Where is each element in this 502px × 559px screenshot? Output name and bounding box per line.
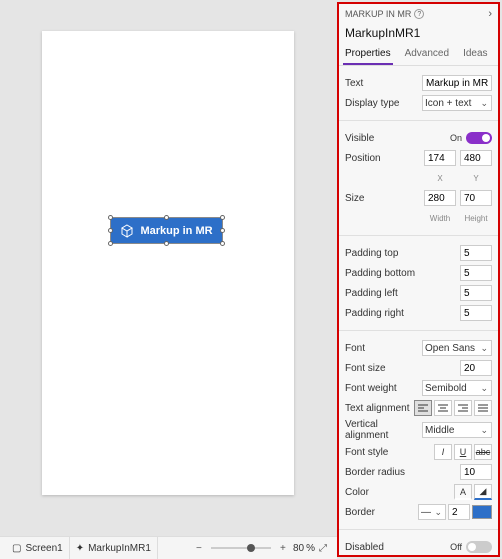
resize-handle[interactable]: [164, 241, 169, 246]
panel-breadcrumb: MARKUP IN MR: [345, 9, 411, 19]
border-color-swatch[interactable]: [472, 505, 492, 519]
screen-artboard[interactable]: Markup in MR: [42, 31, 294, 495]
visible-toggle[interactable]: [466, 132, 492, 144]
font-weight-select[interactable]: Semibold: [422, 380, 492, 396]
italic-button[interactable]: I: [434, 444, 452, 460]
tab-ideas[interactable]: Ideas: [461, 44, 489, 65]
resize-handle[interactable]: [108, 241, 113, 246]
canvas-area: Markup in MR: [0, 0, 337, 536]
tab-advanced[interactable]: Advanced: [403, 44, 451, 65]
breadcrumb-control-label: MarkupInMR1: [88, 543, 151, 554]
properties-panel: MARKUP IN MR ? › MarkupInMR1 Properties …: [337, 2, 500, 557]
strikethrough-button[interactable]: abc: [474, 444, 492, 460]
text-input[interactable]: [422, 75, 492, 91]
align-right-button[interactable]: [454, 400, 472, 416]
padding-bottom-label: Padding bottom: [345, 268, 460, 279]
height-sublabel: Height: [460, 214, 492, 223]
border-radius-label: Border radius: [345, 467, 460, 478]
disabled-state: Off: [450, 542, 462, 552]
padding-top-input[interactable]: [460, 245, 492, 261]
font-style-label: Font style: [345, 447, 434, 458]
align-justify-button[interactable]: [474, 400, 492, 416]
visible-state: On: [450, 133, 462, 143]
screen-icon: ▢: [12, 543, 21, 554]
underline-button[interactable]: U: [454, 444, 472, 460]
status-bar: ▢ Screen1 ✦ MarkupInMR1 − + 80 % ⤢: [0, 536, 337, 559]
zoom-in-button[interactable]: +: [275, 543, 291, 554]
collapse-panel-button[interactable]: ›: [488, 8, 492, 20]
padding-left-input[interactable]: [460, 285, 492, 301]
breadcrumb-screen[interactable]: ▢ Screen1: [6, 537, 70, 559]
resize-handle[interactable]: [220, 228, 225, 233]
padding-left-label: Padding left: [345, 288, 460, 299]
resize-handle[interactable]: [108, 228, 113, 233]
border-style-select[interactable]: —: [418, 504, 446, 520]
x-sublabel: X: [424, 174, 456, 183]
font-select[interactable]: Open Sans: [422, 340, 492, 356]
align-left-button[interactable]: [414, 400, 432, 416]
zoom-value: 80: [293, 543, 304, 554]
disabled-label: Disabled: [345, 542, 450, 553]
mr-cube-icon: [120, 224, 134, 238]
position-label: Position: [345, 153, 424, 164]
width-sublabel: Width: [424, 214, 456, 223]
visible-label: Visible: [345, 133, 450, 144]
breadcrumb-control[interactable]: ✦ MarkupInMR1: [70, 537, 158, 559]
padding-top-label: Padding top: [345, 248, 460, 259]
vertical-align-label: Vertical alignment: [345, 419, 422, 441]
padding-right-input[interactable]: [460, 305, 492, 321]
font-size-input[interactable]: [460, 360, 492, 376]
font-label: Font: [345, 343, 422, 354]
help-icon[interactable]: ?: [414, 9, 424, 19]
control-name: MarkupInMR1: [339, 24, 498, 44]
display-type-label: Display type: [345, 98, 422, 109]
resize-handle[interactable]: [220, 241, 225, 246]
markup-in-mr-control[interactable]: Markup in MR: [110, 217, 223, 244]
fill-color-button[interactable]: ◢: [474, 484, 492, 500]
font-weight-label: Font weight: [345, 383, 422, 394]
border-radius-input[interactable]: [460, 464, 492, 480]
resize-handle[interactable]: [108, 215, 113, 220]
zoom-pct: %: [306, 543, 315, 554]
zoom-slider[interactable]: [211, 547, 271, 549]
width-input[interactable]: [424, 190, 456, 206]
padding-right-label: Padding right: [345, 308, 460, 319]
size-label: Size: [345, 193, 424, 204]
display-type-select[interactable]: Icon + text: [422, 95, 492, 111]
font-size-label: Font size: [345, 363, 460, 374]
fit-screen-button[interactable]: ⤢: [315, 543, 331, 554]
align-center-button[interactable]: [434, 400, 452, 416]
padding-bottom-input[interactable]: [460, 265, 492, 281]
resize-handle[interactable]: [220, 215, 225, 220]
resize-handle[interactable]: [164, 215, 169, 220]
position-x-input[interactable]: [424, 150, 456, 166]
border-width-input[interactable]: [448, 504, 470, 520]
component-icon: ✦: [76, 543, 84, 554]
breadcrumb-screen-label: Screen1: [25, 543, 62, 554]
position-y-input[interactable]: [460, 150, 492, 166]
y-sublabel: Y: [460, 174, 492, 183]
text-color-button[interactable]: A: [454, 484, 472, 500]
vertical-align-select[interactable]: Middle: [422, 422, 492, 438]
border-label: Border: [345, 507, 418, 518]
control-label: Markup in MR: [140, 225, 212, 237]
color-label: Color: [345, 487, 454, 498]
disabled-toggle[interactable]: [466, 541, 492, 553]
height-input[interactable]: [460, 190, 492, 206]
tab-properties[interactable]: Properties: [343, 44, 393, 65]
text-label: Text: [345, 78, 422, 89]
text-align-label: Text alignment: [345, 403, 414, 414]
zoom-out-button[interactable]: −: [191, 543, 207, 554]
